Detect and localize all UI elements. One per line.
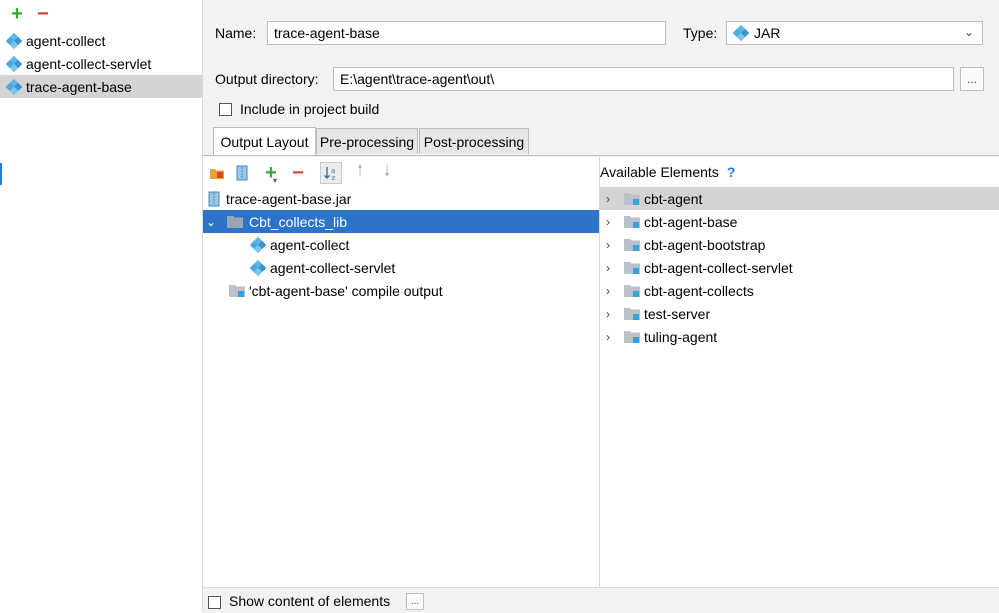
available-item-cbt-agent-base[interactable]: › cbt-agent-base bbox=[600, 210, 999, 233]
tree-item-label: agent-collect-servlet bbox=[270, 259, 396, 276]
archive-icon[interactable] bbox=[233, 164, 251, 182]
artifact-list-toolbar: + − bbox=[0, 0, 202, 28]
remove-icon[interactable]: − bbox=[289, 162, 307, 184]
chevron-down-icon[interactable]: ⌄ bbox=[205, 215, 217, 229]
plus-icon[interactable]: + bbox=[8, 4, 26, 24]
minus-icon[interactable]: − bbox=[34, 4, 52, 24]
available-item-label: cbt-agent-base bbox=[644, 213, 738, 230]
tree-item-cbt-collects-lib[interactable]: ⌄ Cbt_collects_lib bbox=[203, 210, 599, 233]
include-in-build-checkbox[interactable] bbox=[219, 103, 232, 116]
type-label: Type: bbox=[683, 25, 718, 41]
tab-pre-processing[interactable]: Pre-processing bbox=[316, 128, 418, 154]
bottom-bar: Show content of elements ... bbox=[203, 587, 999, 613]
available-item-label: test-server bbox=[644, 305, 711, 322]
artifact-item-label: agent-collect-servlet bbox=[26, 55, 152, 72]
type-select-value: JAR bbox=[754, 25, 781, 41]
artifact-diamond-icon bbox=[733, 25, 749, 41]
available-item-cbt-agent[interactable]: › cbt-agent bbox=[600, 187, 999, 210]
artifact-item-agent-collect[interactable]: agent-collect bbox=[0, 29, 202, 52]
tree-item-label: trace-agent-base.jar bbox=[226, 190, 352, 207]
available-item-test-server[interactable]: › test-server bbox=[600, 302, 999, 325]
tree-item-compile-output[interactable]: 'cbt-agent-base' compile output bbox=[203, 279, 599, 302]
help-icon[interactable]: ? bbox=[727, 164, 736, 180]
tree-item-agent-collect[interactable]: agent-collect bbox=[203, 233, 599, 256]
available-item-cbt-agent-bootstrap[interactable]: › cbt-agent-bootstrap bbox=[600, 233, 999, 256]
show-content-checkbox[interactable] bbox=[208, 596, 221, 609]
artifact-item-label: agent-collect bbox=[26, 32, 106, 49]
folder-icon bbox=[227, 216, 243, 228]
chevron-right-icon[interactable]: › bbox=[602, 238, 614, 252]
artifact-item-label: trace-agent-base bbox=[26, 78, 132, 95]
available-item-label: cbt-agent bbox=[644, 190, 703, 207]
artifact-diamond-icon bbox=[6, 32, 22, 49]
artifact-item-agent-collect-servlet[interactable]: agent-collect-servlet bbox=[0, 52, 202, 75]
name-label: Name: bbox=[215, 25, 257, 41]
available-item-label: cbt-agent-collect-servlet bbox=[644, 259, 793, 276]
tree-item-label: 'cbt-agent-base' compile output bbox=[249, 282, 443, 299]
artifact-diamond-icon bbox=[250, 236, 266, 253]
module-folder-icon bbox=[229, 284, 245, 297]
available-item-tuling-agent[interactable]: › tuling-agent bbox=[600, 325, 999, 348]
output-directory-label: Output directory: bbox=[215, 71, 319, 87]
tab-output-layout[interactable]: Output Layout bbox=[213, 127, 316, 156]
available-item-label: cbt-agent-collects bbox=[644, 282, 754, 299]
browse-button[interactable]: ... bbox=[960, 67, 984, 91]
chevron-right-icon[interactable]: › bbox=[602, 284, 614, 298]
available-elements-title: Available Elements bbox=[600, 164, 719, 180]
artifact-diamond-icon bbox=[250, 259, 266, 276]
module-folder-icon bbox=[624, 238, 640, 251]
show-content-label: Show content of elements bbox=[229, 593, 391, 609]
artifact-list-panel: + − agent-collect agent-collect-servlet … bbox=[0, 0, 203, 612]
tree-item-label: Cbt_collects_lib bbox=[249, 213, 348, 230]
sort-icon[interactable]: az bbox=[320, 162, 342, 184]
available-elements-panel: Available Elements? › cbt-agent › cbt-ag… bbox=[600, 157, 999, 587]
available-item-cbt-agent-collects[interactable]: › cbt-agent-collects bbox=[600, 279, 999, 302]
svg-text:z: z bbox=[332, 174, 336, 181]
artifact-diamond-icon bbox=[6, 78, 22, 95]
focus-marker bbox=[0, 163, 2, 185]
tree-item-jar[interactable]: trace-agent-base.jar bbox=[203, 187, 599, 210]
tab-post-processing[interactable]: Post-processing bbox=[419, 128, 529, 154]
new-directory-icon[interactable] bbox=[208, 164, 226, 182]
module-folder-icon bbox=[624, 261, 640, 274]
include-in-build-label: Include in project build bbox=[240, 101, 380, 117]
chevron-down-icon: ⌄ bbox=[963, 25, 974, 39]
artifact-diamond-icon bbox=[6, 55, 22, 72]
module-folder-icon bbox=[624, 215, 640, 228]
module-folder-icon bbox=[624, 307, 640, 320]
chevron-right-icon[interactable]: › bbox=[602, 330, 614, 344]
chevron-right-icon[interactable]: › bbox=[602, 215, 614, 229]
tree-item-label: agent-collect bbox=[270, 236, 350, 253]
tab-divider bbox=[203, 155, 999, 156]
available-item-label: tuling-agent bbox=[644, 328, 718, 345]
show-content-options-button[interactable]: ... bbox=[406, 593, 424, 610]
output-layout-panel: + ▾ − az 🠑 🠓 trace-agent-base.jar ⌄ Cbt_… bbox=[203, 157, 600, 587]
type-select[interactable]: JAR ⌄ bbox=[726, 21, 983, 45]
module-folder-icon bbox=[624, 192, 640, 205]
output-directory-field[interactable]: E:\agent\trace-agent\out\ bbox=[333, 67, 954, 91]
available-elements-header: Available Elements? bbox=[600, 164, 735, 180]
available-item-label: cbt-agent-bootstrap bbox=[644, 236, 766, 253]
tree-item-agent-collect-servlet[interactable]: agent-collect-servlet bbox=[203, 256, 599, 279]
artifact-settings-form: Name: trace-agent-base Type: JAR ⌄ Outpu… bbox=[203, 0, 999, 157]
move-down-icon[interactable]: 🠓 bbox=[378, 163, 396, 182]
chevron-right-icon[interactable]: › bbox=[602, 307, 614, 321]
move-up-icon[interactable]: 🠑 bbox=[351, 163, 369, 182]
name-field[interactable]: trace-agent-base bbox=[267, 21, 666, 45]
available-item-cbt-agent-collect-servlet[interactable]: › cbt-agent-collect-servlet bbox=[600, 256, 999, 279]
jar-icon bbox=[208, 191, 220, 206]
chevron-right-icon[interactable]: › bbox=[602, 192, 614, 206]
module-folder-icon bbox=[624, 284, 640, 297]
module-folder-icon bbox=[624, 330, 640, 343]
artifact-item-trace-agent-base[interactable]: trace-agent-base bbox=[0, 75, 202, 98]
chevron-right-icon[interactable]: › bbox=[602, 261, 614, 275]
